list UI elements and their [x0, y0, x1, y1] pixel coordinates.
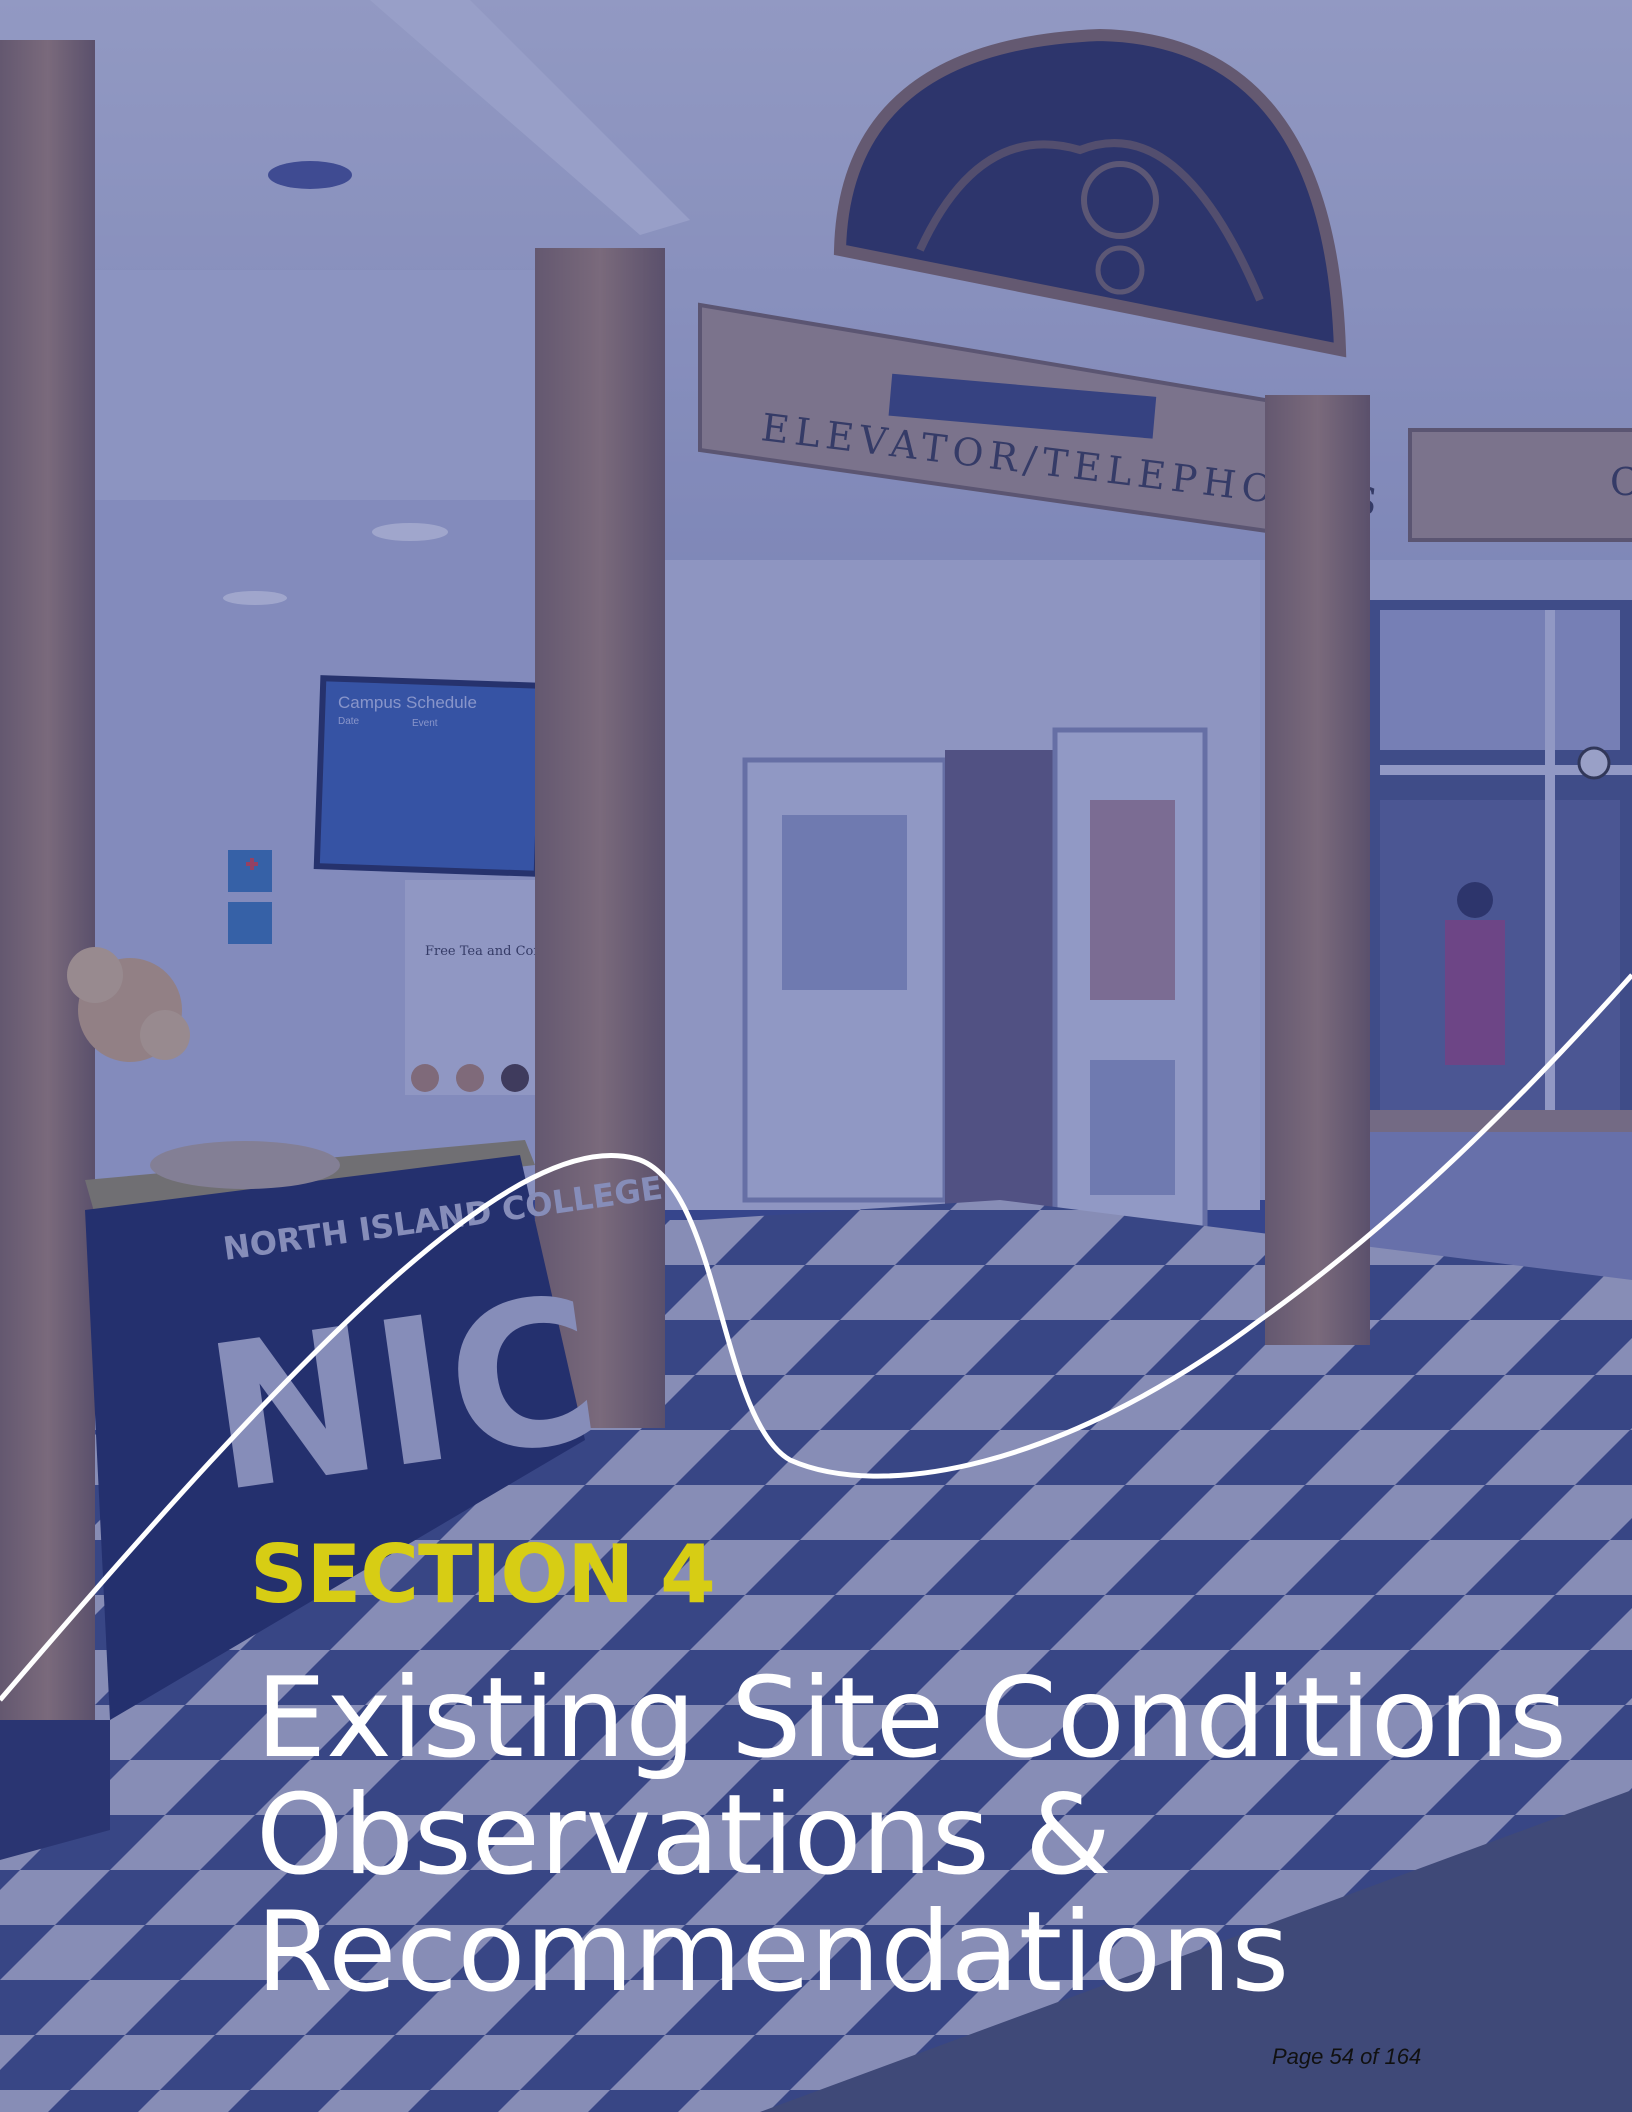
document-page: ELEVATOR/TELEPHONES C Campus Schedule Da… — [0, 0, 1632, 2112]
title-line-1: Existing Site Conditions — [256, 1654, 1567, 1783]
title-line-2: Observations & — [256, 1771, 1112, 1900]
section-title: Existing Site Conditions Observations & … — [256, 1660, 1586, 2011]
section-label: SECTION 4 — [250, 1528, 716, 1621]
page-number: Page 54 of 164 — [1272, 2044, 1422, 2069]
title-line-3: Recommendations — [256, 1888, 1290, 2017]
